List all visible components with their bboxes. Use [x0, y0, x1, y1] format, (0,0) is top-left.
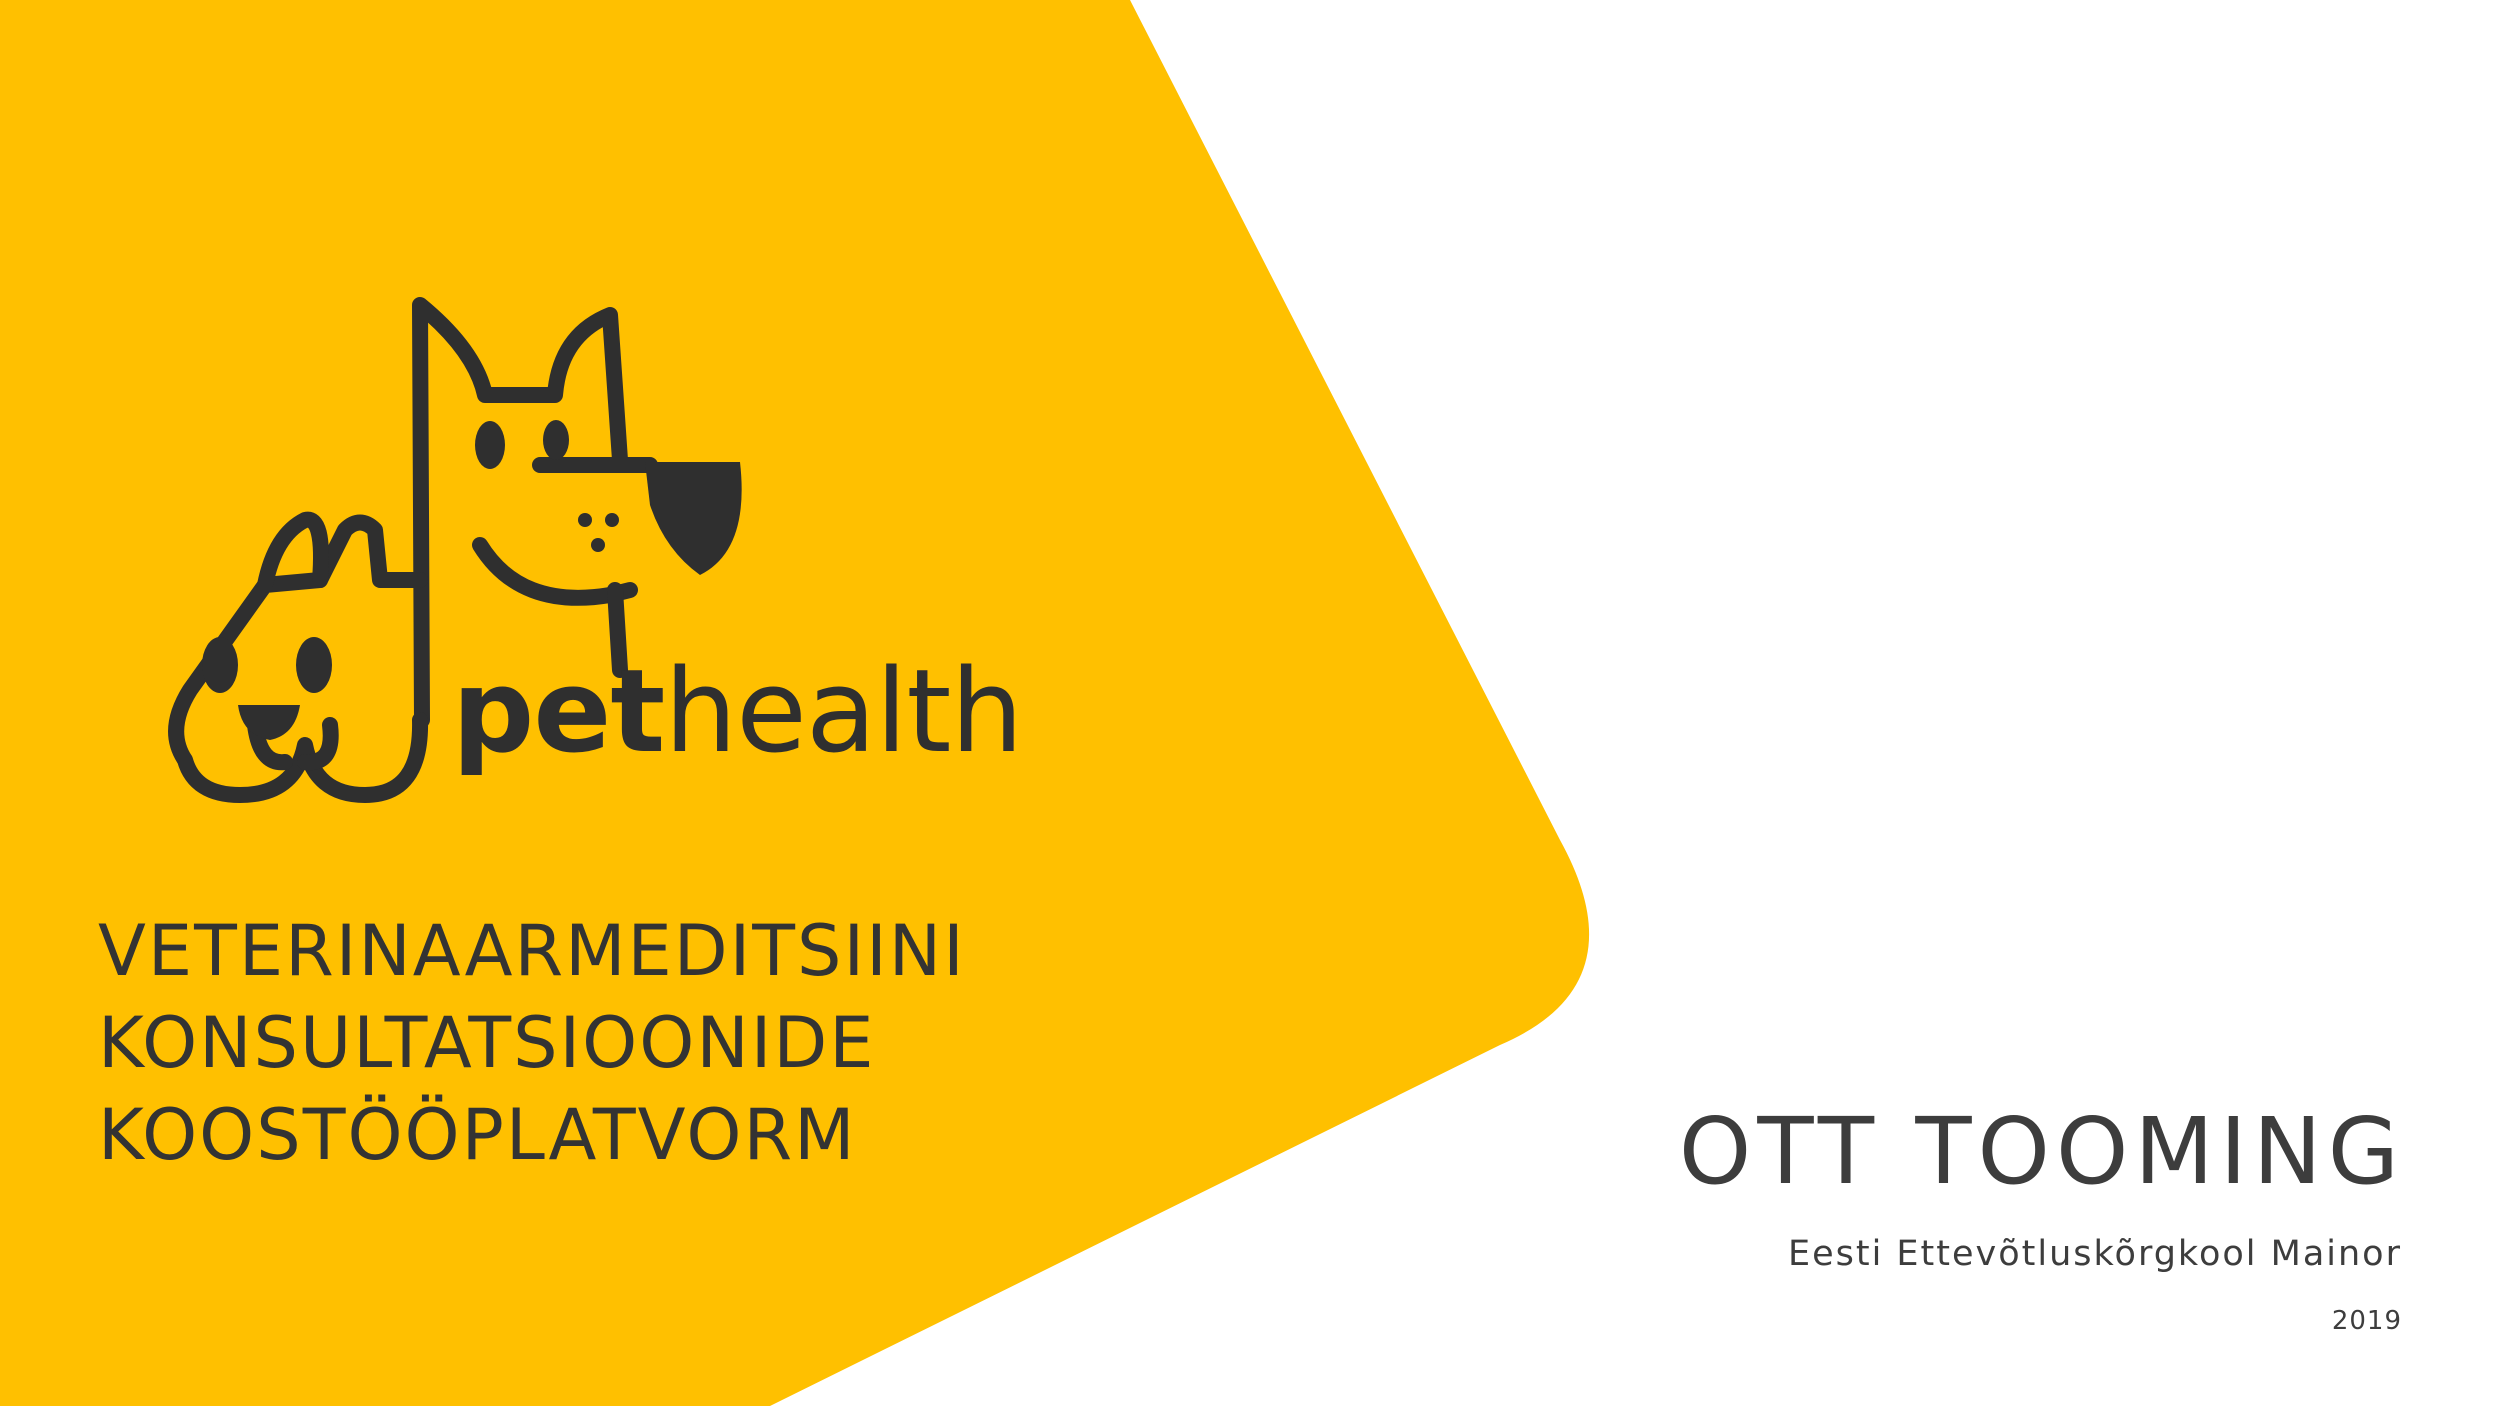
subtitle-line: VETERINAARMEDITSIINI — [98, 910, 966, 992]
brand-wordmark: pethealth — [452, 655, 1023, 770]
author-name: OTT TOOMING — [1678, 1098, 2405, 1205]
school-name: Eesti Ettevõtluskõrgkool Mainor — [1787, 1234, 2402, 1274]
wordmark-health: health — [664, 645, 1023, 779]
presentation-subtitle: VETERINAARMEDITSIINI KONSULTATSIOONIDE K… — [98, 905, 966, 1181]
subtitle-line: KONSULTATSIOONIDE — [98, 1002, 876, 1084]
subtitle-line: KOOSTÖÖPLATVORM — [98, 1094, 857, 1176]
title-slide: pethealth VETERINAARMEDITSIINI KONSULTAT… — [0, 0, 2500, 1406]
wordmark-pet: pet — [452, 645, 665, 779]
year: 2019 — [2331, 1306, 2402, 1336]
